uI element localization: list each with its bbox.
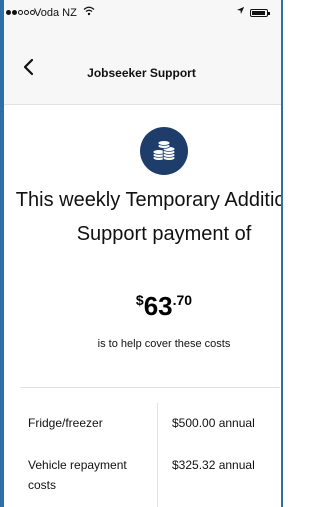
currency-symbol: $ xyxy=(135,292,144,308)
battery-icon xyxy=(250,9,270,17)
location-arrow-icon xyxy=(236,6,245,18)
payment-amount: $63.70 xyxy=(14,291,283,322)
amount-dollars: 63 xyxy=(143,291,173,321)
page-title: Jobseeker Support xyxy=(87,66,196,80)
coins-icon xyxy=(152,140,176,161)
status-bar: Voda NZ xyxy=(0,0,283,30)
costs-intro: is to help cover these costs xyxy=(97,338,231,350)
cost-amount: $325.32 annual xyxy=(172,458,255,472)
carrier-name: Voda NZ xyxy=(34,7,77,19)
divider xyxy=(20,387,280,388)
cost-label: Fridge/freezer xyxy=(28,416,103,430)
cost-amount: $500.00 annual xyxy=(172,416,255,430)
amount-cents: .70 xyxy=(172,292,193,308)
wifi-icon xyxy=(83,6,95,19)
cost-label: Vehicle repayment costs xyxy=(28,458,127,492)
coins-badge xyxy=(140,127,188,175)
payment-description: This weekly Temporary Additional Support… xyxy=(15,189,283,245)
frame-border-right xyxy=(281,0,283,507)
frame-border-left xyxy=(0,0,4,507)
screen: Voda NZ Jobseeker Support This weekly Te… xyxy=(0,0,283,507)
signal-strength-icon xyxy=(6,10,35,15)
nav-bar: Jobseeker Support xyxy=(0,30,283,105)
column-divider xyxy=(157,403,158,507)
